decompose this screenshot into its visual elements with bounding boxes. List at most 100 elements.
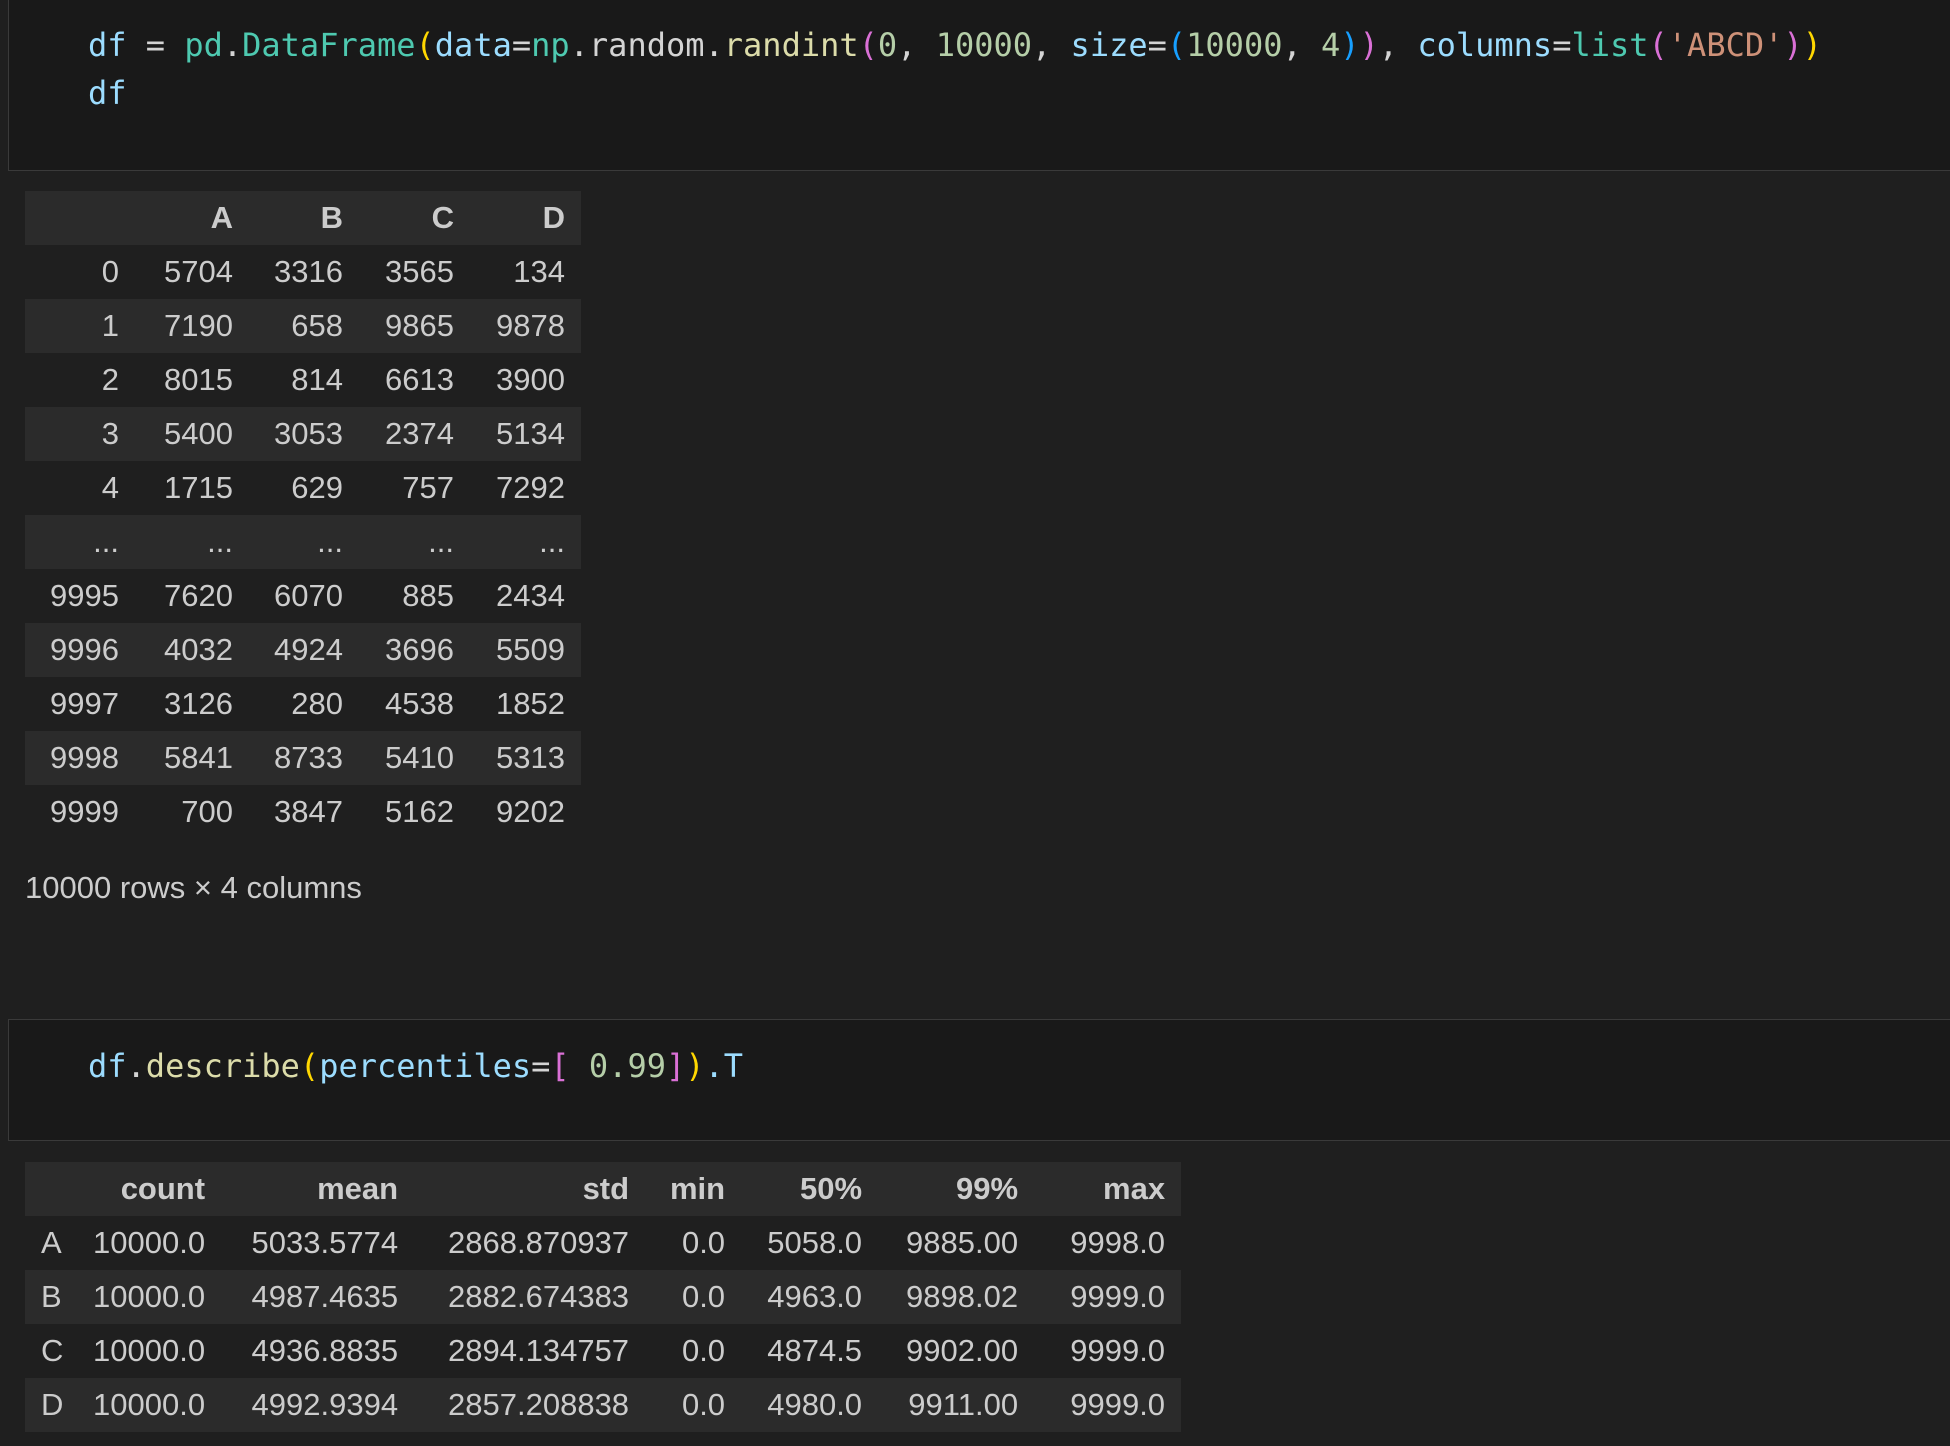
code-editor[interactable]: df = pd.DataFrame(data=np.random.randint… bbox=[88, 21, 1822, 117]
table-cell: 2894.134757 bbox=[448, 1333, 630, 1368]
column-header: count bbox=[85, 1162, 222, 1216]
table-cell: 4936.8835 bbox=[251, 1333, 399, 1368]
code-token: , bbox=[1378, 26, 1418, 64]
code-token: = bbox=[1552, 26, 1572, 64]
table-cell: 885 bbox=[402, 578, 454, 613]
table-cell: 4963.0 bbox=[767, 1279, 863, 1314]
code-token: columns bbox=[1417, 26, 1553, 64]
table-cell: ... bbox=[317, 524, 343, 559]
code-token: = bbox=[531, 1047, 551, 1085]
code-token: pd bbox=[184, 26, 223, 64]
code-token: size bbox=[1070, 26, 1148, 64]
table-cell: 10000.0 bbox=[93, 1333, 206, 1368]
code-token: ) bbox=[1359, 26, 1379, 64]
code-token: , bbox=[897, 26, 936, 64]
table-cell: 1852 bbox=[496, 686, 565, 721]
table-row: C 10000.0 4936.8835 2894.134757 0.0 4874.5 990… bbox=[25, 1324, 1181, 1378]
table-row: 9999 700 3847 5162 9202 bbox=[25, 785, 581, 839]
row-index: ... bbox=[93, 524, 119, 559]
row-index: 2 bbox=[101, 362, 119, 397]
code-token: ( bbox=[1648, 26, 1668, 64]
table-cell: 9902.00 bbox=[906, 1333, 1019, 1368]
table-cell: 814 bbox=[291, 362, 343, 397]
table-row: 2 8015 814 6613 3900 bbox=[25, 353, 581, 407]
table-cell: 9998.0 bbox=[1070, 1225, 1166, 1260]
table-cell: 4987.4635 bbox=[251, 1279, 399, 1314]
code-cell-dataframe[interactable]: df = pd.DataFrame(data=np.random.randint… bbox=[8, 0, 1950, 171]
table-cell: 0.0 bbox=[681, 1279, 726, 1314]
row-index: D bbox=[41, 1387, 64, 1422]
code-token: np bbox=[531, 26, 570, 64]
table-cell: 10000.0 bbox=[93, 1387, 206, 1422]
table-row: 3 5400 3053 2374 5134 bbox=[25, 407, 581, 461]
table-cell: 700 bbox=[181, 794, 233, 829]
table-cell: 9865 bbox=[385, 308, 454, 343]
row-index: 9996 bbox=[50, 632, 119, 667]
table-cell: 4924 bbox=[274, 632, 343, 667]
row-index: 9995 bbox=[50, 578, 119, 613]
table-cell: 7190 bbox=[164, 308, 233, 343]
table-cell: 658 bbox=[291, 308, 343, 343]
code-token: ] bbox=[665, 1047, 686, 1085]
table-cell: 629 bbox=[291, 470, 343, 505]
dataframe-shape-text: 10000 rows × 4 columns bbox=[25, 870, 362, 905]
column-header: max bbox=[1034, 1162, 1182, 1216]
code-token: ) bbox=[1340, 26, 1360, 64]
row-index: 4 bbox=[101, 470, 119, 505]
code-cell-describe[interactable]: df.describe(percentiles=[ 0.99]).T bbox=[8, 1019, 1950, 1141]
code-token: . bbox=[222, 26, 243, 64]
table-cell: 280 bbox=[291, 686, 343, 721]
table-cell: 3900 bbox=[496, 362, 565, 397]
code-token: ) bbox=[685, 1047, 705, 1085]
row-index: B bbox=[41, 1279, 62, 1314]
code-token: df bbox=[88, 26, 127, 64]
code-token: , bbox=[1032, 26, 1071, 64]
table-cell: 0.0 bbox=[681, 1387, 726, 1422]
code-token: 'ABCD' bbox=[1667, 26, 1784, 64]
table-header-row: count mean std min 50% 99% max bbox=[25, 1162, 1182, 1216]
table-cell: 0.0 bbox=[681, 1225, 726, 1260]
code-token: list bbox=[1571, 26, 1649, 64]
table-row: B 10000.0 4987.4635 2882.674383 0.0 4963.0 989… bbox=[25, 1270, 1182, 1324]
table-row: 9995 7620 6070 885 2434 bbox=[25, 569, 581, 623]
column-header: 50% bbox=[741, 1162, 879, 1216]
table-cell: 9878 bbox=[496, 308, 565, 343]
table-cell: 7292 bbox=[496, 470, 565, 505]
table-cell: 3053 bbox=[274, 416, 343, 451]
table-cell: 4992.9394 bbox=[251, 1387, 399, 1422]
code-editor[interactable]: df.describe(percentiles=[ 0.99]).T bbox=[88, 1042, 743, 1090]
table-cell: 2882.674383 bbox=[448, 1279, 630, 1314]
table-cell: 2434 bbox=[496, 578, 565, 613]
code-token: randint bbox=[723, 26, 859, 64]
table-row: A 10000.0 5033.5774 2868.870937 0.0 5058.0 988… bbox=[25, 1216, 1181, 1270]
code-token: [ bbox=[550, 1047, 570, 1085]
table-cell: 4980.0 bbox=[767, 1387, 863, 1422]
table-cell: 5410 bbox=[385, 740, 454, 775]
code-token: .T bbox=[704, 1047, 744, 1085]
column-header: D bbox=[470, 191, 581, 245]
table-cell: 3316 bbox=[274, 254, 343, 289]
table-cell: ... bbox=[428, 524, 454, 559]
column-header: C bbox=[359, 191, 470, 245]
code-token: 10000 bbox=[935, 26, 1033, 64]
table-row: D 10000.0 4992.9394 2857.208838 0.0 4980.0 991… bbox=[25, 1378, 1182, 1432]
table-cell: 6613 bbox=[385, 362, 454, 397]
table-cell: 4874.5 bbox=[767, 1333, 863, 1368]
row-index: 1 bbox=[101, 308, 119, 343]
code-token: ( bbox=[415, 26, 435, 64]
describe-output-table: count mean std min 50% 99% max A 10000.0 5… bbox=[25, 1162, 1182, 1432]
code-token: df bbox=[88, 1047, 127, 1085]
column-header: min bbox=[645, 1162, 742, 1216]
table-row: 9997 3126 280 4538 1852 bbox=[25, 677, 581, 731]
table-cell: 9999.0 bbox=[1070, 1279, 1166, 1314]
row-index: C bbox=[41, 1333, 64, 1368]
table-cell: 9202 bbox=[496, 794, 565, 829]
code-token: DataFrame bbox=[242, 26, 416, 64]
row-index: 3 bbox=[101, 416, 119, 451]
row-index: 9999 bbox=[50, 794, 119, 829]
table-cell: 5400 bbox=[164, 416, 233, 451]
table-cell: 9911.00 bbox=[908, 1387, 1019, 1422]
table-cell: 5704 bbox=[164, 254, 233, 289]
table-cell: 8015 bbox=[164, 362, 233, 397]
row-index: 9997 bbox=[50, 686, 119, 721]
